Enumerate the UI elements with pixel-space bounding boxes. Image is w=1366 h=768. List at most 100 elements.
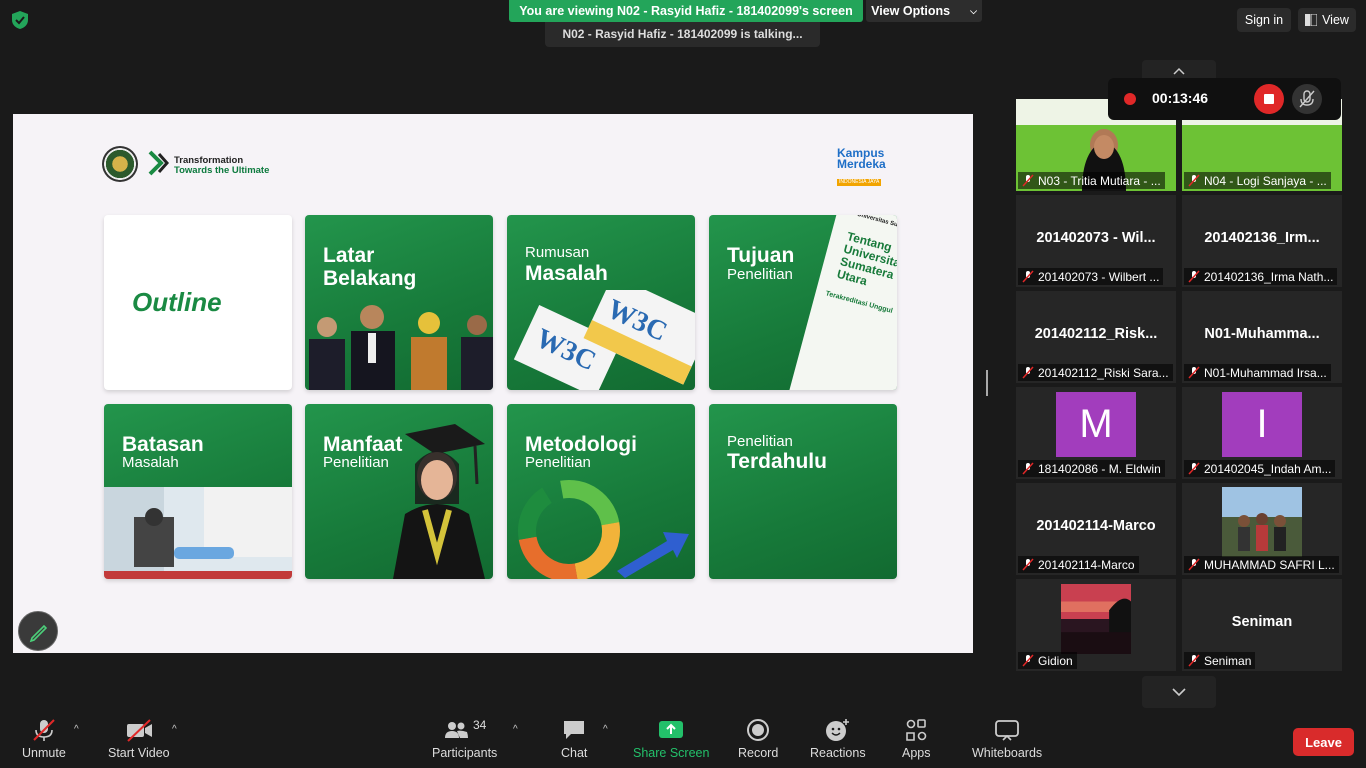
recording-mic-button[interactable] [1292, 84, 1322, 114]
grid-view-icon [1305, 14, 1318, 26]
participant-name: 181402086 - M. Eldwin [1018, 460, 1165, 477]
participant-display-name: 201402114-Marco [1036, 518, 1156, 534]
muted-mic-icon [1022, 462, 1034, 475]
rumusan-masalah-card[interactable]: Rumusan Masalah W3C W3C [507, 215, 695, 390]
participant-name: N04 - Logi Sanjaya - ... [1184, 172, 1331, 189]
participant-tile[interactable]: I 201402045_Indah Am... [1182, 387, 1342, 479]
muted-mic-icon [1022, 366, 1034, 379]
gallery-scroll-up-button[interactable] [1142, 60, 1216, 78]
screen-share-banner: You are viewing N02 - Rasyid Hafiz - 181… [509, 0, 863, 22]
panel-resize-handle[interactable] [984, 370, 990, 396]
batasan-masalah-card[interactable]: Batasan Masalah [104, 404, 292, 579]
participant-avatar: M [1056, 392, 1136, 457]
card-title-line1: Metodologi [525, 433, 637, 456]
participant-name: Seniman [1184, 652, 1256, 669]
whiteboards-button[interactable]: Whiteboards [972, 718, 1042, 760]
participant-tile[interactable]: N01-Muhamma... N01-Muhammad Irsa... [1182, 291, 1342, 383]
tujuan-penelitian-card[interactable]: Tujuan Penelitian Universitas Sumatera U… [709, 215, 897, 390]
participant-tile[interactable]: MUHAMMAD SAFRI L... [1182, 483, 1342, 575]
latar-belakang-card[interactable]: Latar Belakang [305, 215, 493, 390]
lab-microscope-photo-icon [104, 487, 292, 579]
manfaat-penelitian-card[interactable]: Manfaat Penelitian [305, 404, 493, 579]
university-seal-logo [102, 146, 138, 182]
view-button[interactable]: View [1298, 8, 1356, 32]
participant-label: Gidion [1038, 653, 1073, 668]
muted-mic-icon [1022, 654, 1034, 667]
participant-name: Gidion [1018, 652, 1077, 669]
outline-card[interactable]: Outline [104, 215, 292, 390]
participant-tile[interactable]: Seniman Seniman [1182, 579, 1342, 671]
audio-options-caret[interactable]: ^ [74, 724, 79, 735]
annotate-pen-button[interactable] [18, 611, 58, 651]
view-options-button[interactable]: View Options ⌵ [866, 0, 982, 22]
participants-button[interactable]: 34 Participants [432, 718, 497, 760]
participant-tile[interactable]: 201402073 - Wil... 201402073 - Wilbert .… [1016, 195, 1176, 287]
share-screen-icon [659, 721, 684, 738]
usu-accreditation: Terakreditasi Unggul [824, 290, 894, 315]
unmute-label: Unmute [22, 746, 66, 760]
participant-label: N03 - Tritia Mutiara - ... [1038, 173, 1161, 188]
participant-photo-icon [1061, 584, 1131, 654]
sign-in-button[interactable]: Sign in [1237, 8, 1291, 32]
whiteboards-label: Whiteboards [972, 746, 1043, 760]
participant-label: 201402136_Irma Nath... [1204, 269, 1334, 284]
share-screen-label: Share Screen [633, 746, 710, 760]
leave-button[interactable]: Leave [1293, 728, 1354, 756]
whiteboard-icon [995, 720, 1019, 741]
chat-button[interactable]: Chat [561, 718, 587, 760]
card-title-line2: Penelitian [727, 266, 793, 283]
metodologi-penelitian-card[interactable]: Metodologi Penelitian [507, 404, 695, 579]
reactions-label: Reactions [810, 746, 866, 760]
stop-recording-button[interactable] [1254, 84, 1284, 114]
participant-name: 201402073 - Wilbert ... [1018, 268, 1164, 285]
people-photo-icon [309, 305, 493, 390]
participant-name: 201402114-Marco [1018, 556, 1139, 573]
gallery-scroll-down-button[interactable] [1142, 676, 1216, 708]
participant-display-name: 201402136_Irm... [1204, 230, 1320, 246]
outline-title: Outline [132, 287, 222, 317]
chevron-up-icon [1173, 67, 1185, 75]
penelitian-terdahulu-card[interactable]: Penelitian Terdahulu [709, 404, 897, 579]
participant-avatar: I [1222, 392, 1302, 457]
participant-tile[interactable]: 201402112_Risk... 201402112_Riski Sara..… [1016, 291, 1176, 383]
video-options-caret[interactable]: ^ [172, 724, 177, 735]
apps-button[interactable]: Apps [902, 718, 931, 760]
participant-label: N04 - Logi Sanjaya - ... [1204, 173, 1327, 188]
participant-name: MUHAMMAD SAFRI L... [1184, 556, 1339, 573]
start-video-label: Start Video [108, 746, 170, 760]
card-title-line1: Penelitian [727, 433, 793, 450]
participant-name: 201402045_Indah Am... [1184, 460, 1336, 477]
start-video-button[interactable]: Start Video [108, 718, 170, 760]
participant-tile[interactable]: 201402114-Marco 201402114-Marco [1016, 483, 1176, 575]
recording-timer: 00:13:46 [1152, 90, 1209, 106]
muted-mic-icon [1022, 174, 1034, 187]
merdeka-word: Merdeka [837, 157, 886, 171]
participant-display-name: Seniman [1231, 614, 1293, 630]
participant-tile[interactable]: M 181402086 - M. Eldwin [1016, 387, 1176, 479]
chevron-down-icon [1172, 688, 1186, 697]
card-title-line2: Terdahulu [727, 450, 827, 473]
security-shield-icon[interactable] [10, 10, 30, 30]
participant-label: 201402073 - Wilbert ... [1038, 269, 1160, 284]
participant-name: 201402136_Irma Nath... [1184, 268, 1338, 285]
participant-tile[interactable]: 201402136_Irm... 201402136_Irma Nath... [1182, 195, 1342, 287]
unmute-button[interactable]: Unmute [22, 718, 66, 760]
participants-options-caret[interactable]: ^ [513, 724, 518, 735]
participant-name: N01-Muhammad Irsa... [1184, 364, 1331, 381]
card-title-line2: Penelitian [323, 454, 389, 471]
participant-display-name: 201402073 - Wil... [1036, 230, 1156, 246]
record-button[interactable]: Record [738, 718, 778, 760]
video-off-icon [126, 719, 152, 742]
usu-title: Tentang Universitas Sumatera Utara [835, 229, 897, 289]
chat-options-caret[interactable]: ^ [603, 724, 608, 735]
participant-display-name: 201402112_Risk... [1034, 326, 1158, 342]
participant-tile[interactable]: Gidion [1016, 579, 1176, 671]
apps-label: Apps [902, 746, 931, 760]
reactions-button[interactable]: Reactions [810, 718, 866, 760]
sign-in-label: Sign in [1244, 13, 1284, 27]
muted-mic-icon [1188, 270, 1200, 283]
muted-mic-icon [1188, 462, 1200, 475]
share-screen-button[interactable]: Share Screen [633, 718, 709, 760]
card-title-line1: Tujuan [727, 244, 795, 267]
shared-screen[interactable]: Transformation Towards the Ultimate Kamp… [13, 114, 973, 653]
